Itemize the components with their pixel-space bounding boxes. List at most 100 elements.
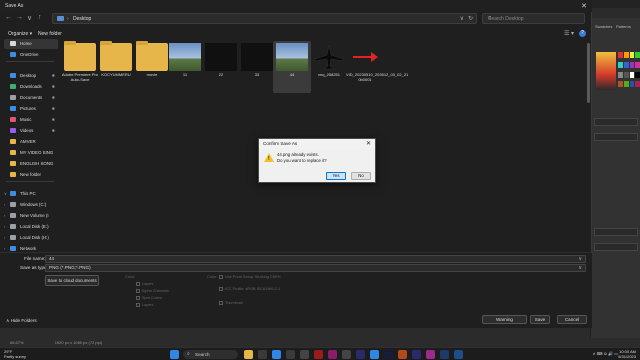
sidebar-item[interactable]: › Local Disk (E:) [4, 222, 58, 232]
expand-chevron-icon[interactable]: › [4, 211, 5, 221]
sidebar-item[interactable]: › Network [4, 244, 58, 252]
app-icon[interactable] [342, 350, 351, 359]
sidebar-item[interactable]: › New Volume (I [4, 211, 58, 221]
weather-widget[interactable]: 29°F Partly sunny [4, 349, 26, 359]
no-button[interactable]: No [351, 172, 371, 180]
sidebar-item[interactable]: Downloads ✱ [4, 82, 58, 92]
view-options-icon[interactable]: ☰ ▾ [564, 30, 574, 37]
start-icon[interactable] [170, 350, 179, 359]
address-bar[interactable]: › Desktop ∨ ↻ [52, 13, 477, 24]
icc-profile-checkbox[interactable]: ICC Profile: sRGB IEC61966-2.1 [219, 287, 280, 291]
sidebar-item[interactable]: Music ✱ [4, 115, 58, 125]
app-icon[interactable] [328, 350, 337, 359]
sidebar-item[interactable]: Home [4, 39, 58, 49]
sidebar-item[interactable]: Documents ✱ [4, 93, 58, 103]
app-icon[interactable] [370, 350, 379, 359]
app-icon[interactable] [398, 350, 407, 359]
proof-setup-checkbox[interactable]: Use Proof Setup: Working CMYK [219, 275, 281, 279]
layers-checkbox[interactable]: Layers [136, 282, 153, 286]
after-effects-icon[interactable] [384, 350, 393, 359]
sidebar-item[interactable]: ∨ This PC [4, 189, 58, 199]
forward-arrow-icon[interactable]: → [16, 14, 23, 21]
sidebar-divider [6, 61, 54, 62]
chevron-down-icon[interactable]: ∨ [578, 256, 582, 262]
sidebar-item[interactable]: AMVER [4, 137, 58, 147]
taskbar-search[interactable]: ⌕ Search [183, 350, 238, 359]
save-to-cloud-button[interactable]: Save to cloud documents [45, 275, 99, 286]
alpha-channels-checkbox[interactable]: Alpha Channels [136, 289, 169, 293]
app-icon[interactable] [286, 350, 295, 359]
refresh-icon[interactable]: ↻ [468, 15, 473, 22]
file-item[interactable]: VID_20230510_203512_00_02_21 0b0001 [346, 41, 408, 93]
photoshop-icon[interactable] [454, 350, 463, 359]
pin-icon: ✱ [51, 73, 55, 78]
app-icon[interactable] [300, 350, 309, 359]
clock[interactable]: 10:00 AM 5/31/2023 [618, 349, 636, 359]
app-icon[interactable] [314, 350, 323, 359]
expand-chevron-icon[interactable]: › [4, 244, 5, 252]
sidebar-item[interactable]: Desktop ✱ [4, 71, 58, 81]
close-icon[interactable]: ✕ [581, 2, 587, 10]
app-icon[interactable] [412, 350, 421, 359]
sidebar-item[interactable]: ENGLISH SONG [4, 159, 58, 169]
file-item[interactable]: Adobe Premiere Pro Auto-Save [61, 41, 99, 93]
swatch-grid[interactable] [618, 52, 640, 90]
sidebar-item[interactable]: Pictures ✱ [4, 104, 58, 114]
properties-panel [594, 118, 638, 126]
sidebar-item[interactable]: Videos ✱ [4, 126, 58, 136]
file-item[interactable]: KOCYUMMERU [97, 41, 135, 93]
edge-icon[interactable] [272, 350, 281, 359]
file-name-field[interactable]: 44 ∨ [45, 255, 586, 263]
color-picker-gradient[interactable] [596, 52, 616, 90]
thumbnail-checkbox[interactable]: Thumbnail [219, 301, 243, 305]
organize-button[interactable]: Organize ▾ [8, 31, 32, 37]
sidebar-item[interactable]: › Windows (C:) [4, 200, 58, 210]
premiere-icon[interactable] [356, 350, 365, 359]
help-icon[interactable]: ? [579, 30, 586, 37]
close-icon[interactable]: ✕ [366, 140, 371, 147]
file-item[interactable]: 44 [273, 41, 311, 93]
cancel-button[interactable]: Cancel [557, 315, 587, 324]
hide-folders-button[interactable]: ∧ Hide Folders [6, 318, 37, 324]
expand-chevron-icon[interactable]: › [4, 222, 5, 232]
file-explorer-icon[interactable] [244, 350, 253, 359]
patterns-tab[interactable]: Patterns [616, 24, 631, 29]
music-icon [10, 117, 16, 123]
chevron-down-icon[interactable]: ∨ [460, 15, 464, 22]
new-folder-button[interactable]: New folder [38, 31, 62, 37]
app-icon[interactable] [426, 350, 435, 359]
vertical-scrollbar[interactable] [586, 39, 591, 252]
file-item[interactable]: 11 [166, 41, 204, 93]
file-item[interactable]: 33 [238, 41, 276, 93]
file-item[interactable]: vnq_258251 [310, 41, 348, 93]
sidebar-item[interactable]: OneDrive [4, 50, 58, 60]
app-icon[interactable] [440, 350, 449, 359]
system-tray[interactable]: ∧ ⌨ ⊜ 🔊 ▭ [593, 351, 618, 356]
scrollbar-thumb[interactable] [587, 43, 590, 103]
expand-chevron-icon[interactable]: › [4, 233, 5, 243]
layers-checkbox-2[interactable]: Layers [136, 303, 153, 307]
sidebar-item[interactable]: › Local Disk (H:) [4, 233, 58, 243]
up-arrow-icon[interactable]: ↑ [38, 14, 42, 21]
yes-button[interactable]: Yes [326, 172, 346, 180]
sidebar-item[interactable]: MY VIDEO SING [4, 148, 58, 158]
file-item[interactable]: 22 [202, 41, 240, 93]
expand-chevron-icon[interactable]: › [4, 200, 5, 210]
swatches-tab[interactable]: Swatches [595, 24, 612, 29]
chevron-down-icon[interactable]: ∨ [578, 265, 582, 271]
dialog-title: Save As [5, 3, 24, 9]
confirm-save-as-dialog: Confirm Save As ✕ ! 44.png already exist… [258, 138, 376, 183]
back-arrow-icon[interactable]: ← [5, 14, 12, 21]
sidebar-item[interactable]: New folder [4, 170, 58, 180]
save-as-type-select[interactable]: PNG (*.PNG;*.PNG) ∨ [45, 264, 586, 272]
download-icon [10, 84, 16, 90]
warning-button[interactable]: Warning [482, 315, 527, 324]
save-button[interactable]: Save [530, 315, 550, 324]
breadcrumb-desktop[interactable]: Desktop [73, 16, 91, 22]
search-box[interactable]: Search Desktop ⌕ [482, 13, 585, 24]
spot-colors-checkbox[interactable]: Spot Colors [136, 296, 162, 300]
expand-chevron-icon[interactable]: ∨ [4, 189, 7, 199]
file-name: 11 [182, 72, 188, 77]
task-view-icon[interactable] [258, 350, 267, 359]
recent-locations-icon[interactable]: ∨ [27, 14, 32, 22]
